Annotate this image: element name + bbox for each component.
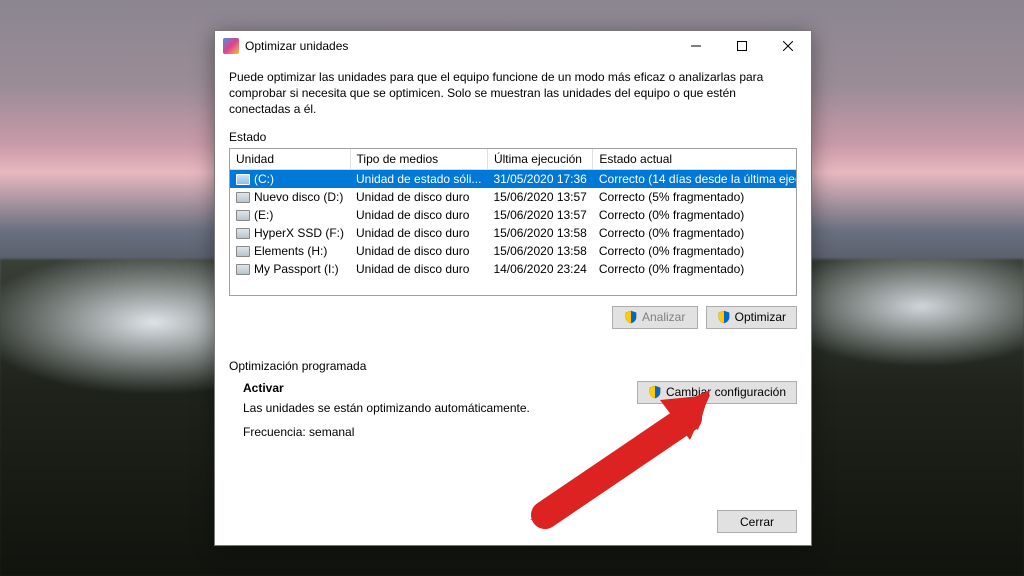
drives-list[interactable]: Unidad Tipo de medios Última ejecución E…: [229, 148, 797, 296]
table-row[interactable]: Nuevo disco (D:)Unidad de disco duro15/0…: [230, 188, 797, 206]
minimize-button[interactable]: [673, 31, 719, 61]
change-settings-button[interactable]: Cambiar configuración: [637, 381, 797, 404]
drive-icon: [236, 174, 250, 185]
schedule-heading: Optimización programada: [229, 359, 797, 373]
optimize-button[interactable]: Optimizar: [706, 306, 797, 329]
drive-icon: [236, 210, 250, 221]
description-text: Puede optimizar las unidades para que el…: [229, 69, 797, 118]
titlebar[interactable]: Optimizar unidades: [215, 31, 811, 61]
app-icon: [223, 38, 239, 54]
table-row[interactable]: HyperX SSD (F:)Unidad de disco duro15/06…: [230, 224, 797, 242]
drive-icon: [236, 264, 250, 275]
shield-icon: [624, 310, 638, 324]
col-ultima[interactable]: Última ejecución: [487, 149, 592, 170]
close-dialog-button[interactable]: Cerrar: [717, 510, 797, 533]
table-row[interactable]: (E:)Unidad de disco duro15/06/2020 13:57…: [230, 206, 797, 224]
close-button[interactable]: [765, 31, 811, 61]
col-estado[interactable]: Estado actual: [593, 149, 797, 170]
table-row[interactable]: (C:)Unidad de estado sóli...31/05/2020 1…: [230, 169, 797, 188]
maximize-button[interactable]: [719, 31, 765, 61]
drive-icon: [236, 192, 250, 203]
shield-icon: [717, 310, 731, 324]
table-row[interactable]: My Passport (I:)Unidad de disco duro14/0…: [230, 260, 797, 278]
analyze-button[interactable]: Analizar: [612, 306, 698, 329]
col-unidad[interactable]: Unidad: [230, 149, 350, 170]
shield-icon: [648, 385, 662, 399]
schedule-activate-label: Activar: [243, 381, 637, 395]
column-headers[interactable]: Unidad Tipo de medios Última ejecución E…: [230, 149, 797, 170]
table-row[interactable]: Elements (H:)Unidad de disco duro15/06/2…: [230, 242, 797, 260]
status-label: Estado: [229, 130, 797, 144]
drive-icon: [236, 246, 250, 257]
schedule-line2: Frecuencia: semanal: [243, 425, 637, 439]
col-tipo[interactable]: Tipo de medios: [350, 149, 487, 170]
drive-icon: [236, 228, 250, 239]
window-title: Optimizar unidades: [245, 39, 673, 53]
schedule-line1: Las unidades se están optimizando automá…: [243, 401, 637, 415]
optimize-drives-window: Optimizar unidades Puede optimizar las u…: [214, 30, 812, 546]
